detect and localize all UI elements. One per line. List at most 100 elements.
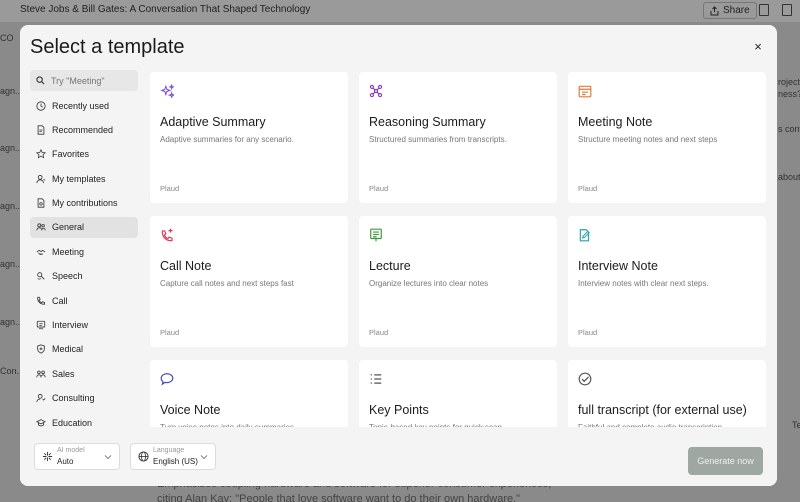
sidebar-item-label: Recently used [52,100,110,111]
medical-shield-icon [37,344,45,355]
sidebar-item-medical[interactable]: Medical [30,339,138,360]
template-card-author: Plaud [160,328,180,337]
sidebar-item-recently-used[interactable]: Recently used [30,95,138,116]
chevron-down-icon [104,455,112,460]
ai-model-value: Auto [57,457,74,466]
modal-title: Select a template [30,36,185,58]
template-card[interactable]: Call Note Capture call notes and next ste… [150,216,348,347]
star-icon [36,149,46,159]
modal-footer: AI model Auto Language English (US) Gene… [20,427,777,486]
interview-icon [36,320,46,330]
document-title: Steve Jobs & Bill Gates: A Conversation … [20,4,311,15]
template-card[interactable]: Meeting Note Structure meeting notes and … [568,72,766,203]
template-card-description: Structure meeting notes and next steps [578,135,718,144]
sidebar-item-label: Favorites [52,149,90,160]
template-card-title: Interview Note [578,259,658,273]
share-label: Share [723,5,750,16]
template-card-title: Lecture [369,259,411,273]
edit-doc-icon [579,229,590,242]
template-card-title: Meeting Note [578,115,653,129]
background-text-fragment: s conv [778,124,800,134]
sidebar-item-my-templates[interactable]: My templates [30,168,138,189]
template-card-author: Plaud [369,184,389,193]
sidebar-item-call[interactable]: Call [30,290,138,311]
template-card[interactable]: Lecture Organize lectures into clear note… [359,216,557,347]
generate-now-button[interactable]: Generate now [688,447,763,475]
search-input[interactable] [51,75,131,86]
template-card-author: Plaud [160,184,180,193]
template-card-author: Plaud [369,328,389,337]
sidebar-item-meeting[interactable]: Meeting [30,241,138,262]
template-grid: Adaptive Summary Adaptive summaries for a… [150,72,770,427]
sidebar-item-label: Consulting [52,393,95,404]
template-card[interactable]: Reasoning Summary Structured summaries fr… [359,72,557,203]
template-card-author: Plaud [578,184,598,193]
sidebar-item-recommended[interactable]: Recommended [30,119,138,140]
template-card-description: Adaptive summaries for any scenario. [160,135,294,144]
share-button[interactable]: Share [703,2,757,19]
close-button[interactable]: × [751,40,765,54]
sidebar-item-favorites[interactable]: Favorites [30,144,138,165]
background-text-fragment: roject [778,77,800,87]
template-card-title: Adaptive Summary [160,115,266,129]
sparkle-icon [42,451,53,462]
sidebar-item-interview[interactable]: Interview [30,315,138,336]
phone-icon [37,296,45,305]
template-card-description: Capture call notes and next steps fast [160,279,294,288]
sidebar-item-my-contributions[interactable]: My contributions [30,193,138,214]
board-icon [370,228,382,242]
document-icon[interactable] [782,4,792,16]
template-card-title: Call Note [160,259,212,273]
background-text-fragment: ness? [778,89,800,99]
template-card-title: Key Points [369,403,429,417]
ai-model-label: AI model [57,447,85,454]
sidebar-item-sales[interactable]: Sales [30,363,138,384]
template-card[interactable]: Interview Note Interview notes with clear… [568,216,766,347]
template-card-title: full transcript (for external use) [578,403,747,417]
user-icon [36,174,46,183]
sidebar-item-consulting[interactable]: Consulting [30,388,138,409]
template-modal: Select a template × Recently used Recomme… [20,25,777,486]
chevron-down-icon [200,455,208,460]
sidebar-item-label: My contributions [52,198,118,209]
sales-people-icon [36,370,46,378]
globe-icon [138,451,149,462]
sidebar-item-label: Meeting [52,246,85,257]
sidebar-item-label: Recommended [52,124,114,135]
sparkle-icon [160,84,174,98]
ai-model-select[interactable]: AI model Auto [34,443,120,470]
template-search[interactable] [30,70,138,91]
background-list-fragment: CO [0,33,14,43]
document-icon [37,125,45,135]
background-title-bar: Steve Jobs & Bill Gates: A Conversation … [0,0,800,22]
export-icon[interactable] [759,4,769,16]
template-card[interactable]: Voice NoteTurn voice notes into daily su… [150,360,348,427]
language-select[interactable]: Language English (US) [130,443,216,470]
language-label: Language [153,447,185,454]
template-card-title: Reasoning Summary [369,115,486,129]
language-value: English (US) [153,457,198,466]
contributions-icon [37,198,45,208]
check-circle-icon [578,372,592,386]
template-card[interactable]: full transcript (for external use)Faithf… [568,360,766,427]
consulting-icon [36,394,46,403]
list-icon [370,374,382,384]
sidebar-item-label: Speech [52,271,83,282]
handshake-icon [36,249,46,255]
background-text-fragment: about [778,172,800,182]
category-sidebar: Recently used Recommended Favorites My temp… [30,95,138,436]
background-text-line: citing Alan Kay: "People that love softw… [157,493,521,502]
template-card-title: Voice Note [160,403,221,417]
background-text-fragment: Te [792,420,800,430]
sidebar-item-label: My templates [52,173,106,184]
template-card-description: Interview notes with clear next steps. [578,279,709,288]
template-card-description: Structured summaries from transcripts. [369,135,507,144]
calendar-icon [578,85,592,98]
template-card[interactable]: Adaptive Summary Adaptive summaries for a… [150,72,348,203]
sidebar-item-label: Sales [52,368,75,379]
sidebar-item-general[interactable]: General [30,216,138,238]
people-icon [36,223,46,231]
sidebar-item-speech[interactable]: Speech [30,266,138,287]
template-card[interactable]: Key PointsTopic-based key points for qui… [359,360,557,427]
speech-icon [37,272,45,280]
